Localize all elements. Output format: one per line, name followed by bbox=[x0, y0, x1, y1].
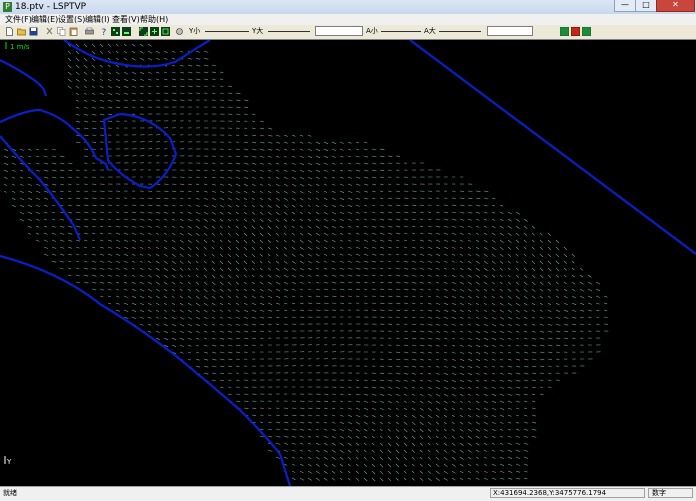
scale-label: 1 m/s bbox=[10, 43, 30, 51]
grid-view-icon[interactable] bbox=[111, 27, 120, 36]
open-folder-icon[interactable] bbox=[17, 27, 26, 36]
a-value-input[interactable] bbox=[487, 26, 533, 36]
pan-icon[interactable] bbox=[175, 27, 184, 36]
menu-help[interactable]: 帮助(H) bbox=[140, 14, 168, 25]
minimize-icon: — bbox=[621, 0, 629, 9]
menu-view[interactable]: 查看(V) bbox=[112, 14, 140, 25]
window-title: 18.ptv - LSPTVP bbox=[15, 2, 87, 12]
channel-bank bbox=[0, 135, 82, 241]
paste-icon[interactable] bbox=[69, 27, 78, 36]
velocity-vectors bbox=[3, 43, 609, 482]
vector-field-plot: 1 m/s Y bbox=[0, 40, 696, 486]
grid-view-2-icon[interactable] bbox=[122, 27, 131, 36]
island-boundary bbox=[0, 108, 110, 171]
y-value-input[interactable] bbox=[315, 26, 363, 36]
cut-icon[interactable] bbox=[45, 27, 54, 36]
title-bar: P 18.ptv - LSPTVP — □ ✕ bbox=[0, 0, 696, 15]
toolbar: ? Y小 Y大 A小 A大 bbox=[0, 25, 696, 40]
green-square-2-icon[interactable] bbox=[582, 27, 591, 36]
status-ready: 就绪 bbox=[3, 489, 17, 497]
maximize-icon: □ bbox=[642, 0, 650, 9]
a-small-label: A小 bbox=[366, 27, 378, 35]
zoom-fit-icon[interactable] bbox=[139, 27, 148, 36]
status-coords: X:431694.2368,Y:3475776.1794 bbox=[493, 489, 607, 497]
save-icon[interactable] bbox=[29, 27, 38, 36]
minimize-button[interactable]: — bbox=[614, 0, 636, 12]
app-icon: P bbox=[3, 2, 12, 12]
close-icon: ✕ bbox=[672, 0, 679, 9]
menu-edit-2[interactable]: 编辑(I) bbox=[85, 14, 110, 25]
help-icon[interactable]: ? bbox=[100, 27, 109, 36]
copy-icon[interactable] bbox=[57, 27, 66, 36]
menu-file[interactable]: 文件(F) bbox=[5, 14, 32, 25]
red-square-icon[interactable] bbox=[571, 27, 580, 36]
svg-text:?: ? bbox=[102, 28, 107, 36]
y-scale-slider[interactable] bbox=[205, 31, 249, 32]
y-scale-track[interactable] bbox=[268, 31, 310, 32]
status-mode: 数字 bbox=[652, 489, 666, 497]
west-shoreline-upper bbox=[0, 59, 48, 97]
east-boundary bbox=[409, 40, 696, 255]
print-icon[interactable] bbox=[85, 27, 94, 36]
y-large-label: Y大 bbox=[252, 27, 264, 35]
shoreline-boundaries bbox=[0, 40, 696, 486]
north-shoreline bbox=[63, 40, 211, 68]
vector-arrows bbox=[3, 43, 609, 482]
zoom-in-icon[interactable] bbox=[150, 27, 159, 36]
y-small-label: Y小 bbox=[189, 27, 201, 35]
plot-canvas[interactable]: 1 m/s Y bbox=[0, 40, 696, 486]
maximize-button[interactable]: □ bbox=[635, 0, 657, 12]
close-button[interactable]: ✕ bbox=[656, 0, 695, 12]
green-square-icon[interactable] bbox=[560, 27, 569, 36]
a-scale-slider[interactable] bbox=[381, 31, 421, 32]
menu-bar: 文件(F) 编辑(E) 设置(S) 编辑(I) 查看(V) 帮助(H) bbox=[0, 14, 696, 25]
menu-edit[interactable]: 编辑(E) bbox=[31, 14, 58, 25]
new-file-icon[interactable] bbox=[5, 27, 14, 36]
a-large-label: A大 bbox=[424, 27, 436, 35]
axis-label: Y bbox=[6, 458, 12, 466]
a-scale-track[interactable] bbox=[439, 31, 481, 32]
status-bar: 就绪 X:431694.2368,Y:3475776.1794 数字 bbox=[0, 486, 696, 501]
menu-settings[interactable]: 设置(S) bbox=[58, 14, 85, 25]
zoom-area-icon[interactable] bbox=[161, 27, 170, 36]
